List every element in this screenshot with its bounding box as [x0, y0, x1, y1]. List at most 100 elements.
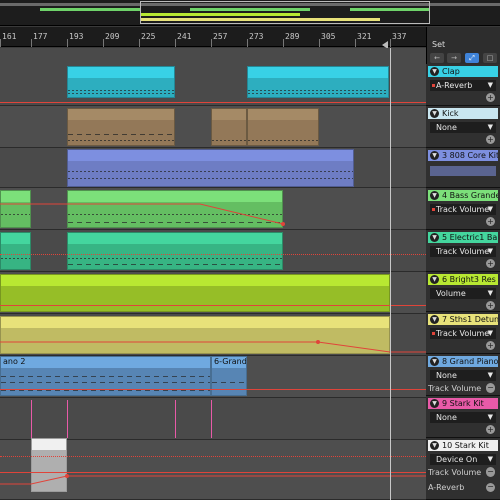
stark-marker[interactable] — [67, 400, 68, 438]
automation-chooser[interactable]: Volume ▼ — [430, 288, 496, 299]
add-automation-lane-button[interactable]: + — [486, 425, 495, 434]
track-header[interactable]: ▼ 7 Sths1 Detun Track Volume ▼ + — [426, 312, 500, 354]
track-header[interactable]: ▼ 3 808 Core Kit — [426, 148, 500, 188]
track-title-bar[interactable]: ▼ 6 Bright3 Res — [428, 274, 498, 285]
fold-arrow-icon[interactable]: ▼ — [430, 151, 439, 160]
fold-arrow-icon[interactable]: ▼ — [430, 109, 439, 118]
automation-chooser[interactable]: Device On ▼ — [430, 454, 496, 465]
track-title-bar[interactable]: ▼ Clap — [428, 66, 498, 77]
add-automation-lane-button[interactable]: + — [486, 93, 495, 102]
beat-time-ruler[interactable]: 161 177 193 209 225 241 257 273 289 305 321 337 — [0, 27, 426, 47]
add-automation-lane-button[interactable]: + — [486, 217, 495, 226]
automation-line[interactable] — [0, 305, 426, 306]
track-header[interactable]: ▼ 4 Bass Grande Track Volume ▼ + — [426, 188, 500, 230]
add-automation-lane-button[interactable]: + — [486, 301, 495, 310]
bar-number: 305 — [321, 32, 336, 41]
add-automation-lane-button[interactable]: + — [486, 259, 495, 268]
back-arrow-icon[interactable]: ← — [430, 53, 444, 63]
track-title-bar[interactable]: ▼ 3 808 Core Kit — [428, 150, 498, 161]
808-core-kit-clip[interactable] — [67, 149, 354, 187]
automation-line[interactable] — [0, 254, 426, 255]
fold-arrow-icon[interactable]: ▼ — [430, 357, 439, 366]
grand-piano-clip[interactable]: ano 2 — [0, 356, 211, 396]
arrangement-overview[interactable] — [0, 0, 500, 26]
track-name: 8 Grand Piano — [442, 357, 498, 366]
stark-marker[interactable] — [211, 400, 212, 438]
track-header[interactable]: ▼ 6 Bright3 Res Volume ▼ + — [426, 272, 500, 312]
automation-line[interactable] — [0, 472, 426, 473]
track-title-bar[interactable]: ▼ 10 Stark Kit — [428, 440, 498, 451]
automation-line[interactable] — [0, 102, 426, 103]
kick-clip[interactable] — [211, 108, 247, 146]
automation-chooser[interactable]: None ▼ — [430, 370, 496, 381]
bar-tick — [67, 39, 68, 47]
fold-arrow-icon[interactable]: ▼ — [430, 399, 439, 408]
track-title-bar[interactable]: ▼ 4 Bass Grande — [428, 190, 498, 201]
electric-bass-clip[interactable] — [67, 232, 283, 270]
automation-chooser[interactable]: Track Volume ▼ — [430, 204, 496, 215]
remove-automation-lane-button[interactable]: − — [486, 483, 495, 492]
chevron-down-icon: ▼ — [487, 205, 493, 213]
track-header[interactable]: ▼ 9 Stark Kit None ▼ + — [426, 396, 500, 438]
track-title-bar[interactable]: ▼ Kick — [428, 108, 498, 119]
clap-clip[interactable] — [67, 66, 175, 98]
draw-mode-icon[interactable]: ⤢ — [465, 53, 479, 63]
kick-clip[interactable] — [247, 108, 319, 146]
remove-automation-lane-button[interactable]: − — [486, 468, 495, 477]
automation-chooser[interactable]: Track Volume ▼ — [430, 246, 496, 257]
automation-lane-label: Track Volume — [428, 384, 482, 393]
chevron-down-icon: ▼ — [487, 123, 493, 131]
track-title-bar[interactable]: ▼ 5 Electric1 Ba — [428, 232, 498, 243]
automation-line[interactable] — [0, 389, 426, 390]
track-header[interactable]: ▼10 Stark KitDevice On▼+Track Volume−A-R… — [426, 438, 500, 500]
bar-tick — [211, 39, 212, 47]
arrangement-lanes[interactable]: ano 2 6-Grand P — [0, 48, 426, 500]
add-automation-lane-button[interactable]: + — [486, 135, 495, 144]
automation-chooser-label: Track Volume — [436, 329, 490, 338]
lock-icon[interactable]: □ — [483, 53, 497, 63]
automation-chooser[interactable]: None ▼ — [430, 412, 496, 423]
forward-arrow-icon[interactable]: → — [447, 53, 461, 63]
track-title-bar[interactable]: ▼ 9 Stark Kit — [428, 398, 498, 409]
remove-automation-lane-button[interactable]: − — [486, 384, 495, 393]
grand-piano-clip[interactable]: 6-Grand P — [211, 356, 247, 396]
fold-arrow-icon[interactable]: ▼ — [430, 441, 439, 450]
clap-clip[interactable] — [247, 66, 389, 98]
automation-chooser-label: None — [436, 371, 457, 380]
electric-bass-clip[interactable] — [0, 232, 31, 270]
automation-dot-icon — [432, 332, 435, 335]
kick-clip[interactable] — [67, 108, 175, 146]
fold-arrow-icon[interactable]: ▼ — [430, 67, 439, 76]
overview-visible-region[interactable] — [140, 1, 430, 24]
bar-number: 241 — [177, 32, 192, 41]
stark-marker[interactable] — [175, 400, 176, 438]
automation-chooser-label: Volume — [436, 289, 466, 298]
automation-line[interactable] — [0, 456, 426, 457]
automation-chooser[interactable]: None ▼ — [430, 122, 496, 133]
bass-automation[interactable] — [0, 188, 426, 230]
automation-chooser[interactable]: Track Volume ▼ — [430, 328, 496, 339]
track-title-bar[interactable]: ▼ 8 Grand Piano — [428, 356, 498, 367]
fold-arrow-icon[interactable]: ▼ — [430, 315, 439, 324]
automation-chooser-label: Track Volume — [436, 247, 490, 256]
automation-chooser[interactable]: A-Reverb ▼ — [430, 80, 496, 91]
fold-arrow-icon[interactable]: ▼ — [430, 191, 439, 200]
stark-marker[interactable] — [31, 400, 32, 438]
track-header[interactable]: ▼8 Grand PianoNone▼+Track Volume− — [426, 354, 500, 396]
fold-arrow-icon[interactable]: ▼ — [430, 275, 439, 284]
fold-arrow-icon[interactable]: ▼ — [430, 233, 439, 242]
track-header[interactable]: ▼ Clap A-Reverb ▼ + — [426, 64, 500, 106]
chevron-down-icon: ▼ — [487, 455, 493, 463]
bar-tick — [0, 39, 1, 47]
sths-automation[interactable] — [0, 314, 426, 356]
automation-chooser-label: None — [436, 413, 457, 422]
bright-res-clip[interactable] — [0, 274, 390, 312]
set-button[interactable]: Set — [432, 40, 445, 49]
track-header[interactable]: ▼ Kick None ▼ + — [426, 106, 500, 148]
lane-stark-kit[interactable] — [0, 398, 426, 440]
track-header[interactable]: ▼ 5 Electric1 Ba Track Volume ▼ + — [426, 230, 500, 272]
add-automation-lane-button[interactable]: + — [486, 341, 495, 350]
stark-automation[interactable] — [0, 474, 426, 494]
bar-tick — [31, 39, 32, 47]
track-title-bar[interactable]: ▼ 7 Sths1 Detun — [428, 314, 498, 325]
